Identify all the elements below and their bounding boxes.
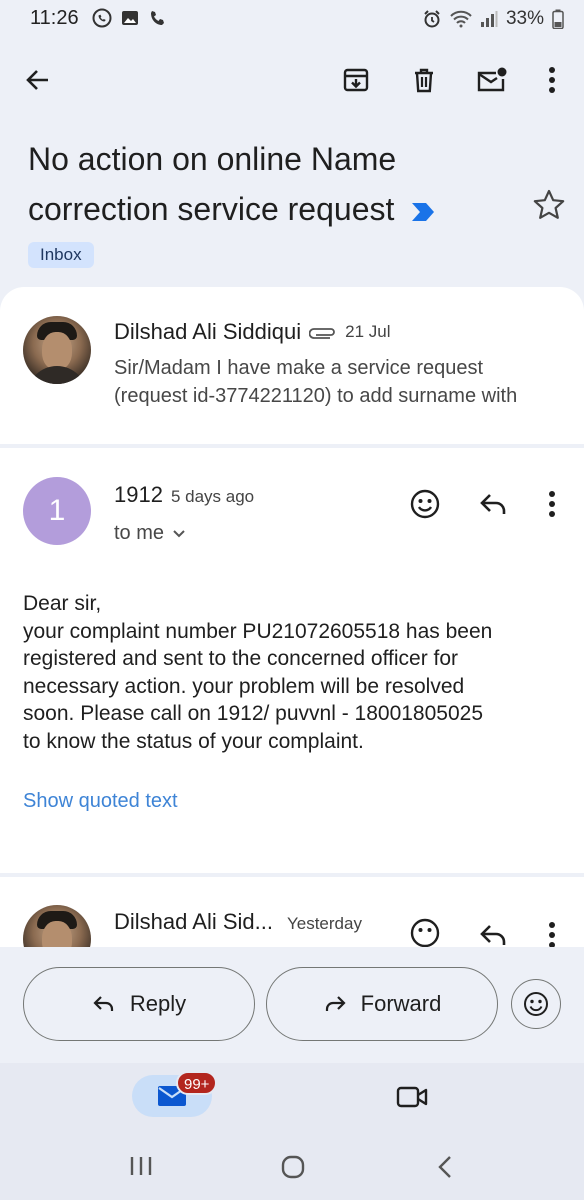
system-status-icons: 33%: [422, 8, 564, 30]
status-bar: 11:26 33%: [0, 0, 584, 38]
more-vert-icon: [549, 922, 555, 947]
recipient-label: to me: [114, 522, 165, 544]
reply-icon-button[interactable]: [473, 915, 513, 947]
recents-icon: [130, 1157, 152, 1175]
message-header: Dilshad Ali Sid... Yesterday: [114, 909, 362, 935]
wifi-icon: [450, 10, 472, 28]
archive-icon: [343, 68, 369, 92]
inbox-label-chip[interactable]: Inbox: [28, 242, 94, 268]
snippet-line: Sir/Madam I have make a service request: [114, 357, 484, 379]
body-line: registered and sent to the concerned off…: [23, 647, 459, 670]
back-arrow-icon: [26, 70, 48, 90]
add-reaction-button[interactable]: [405, 913, 445, 947]
message-body: Dear sir, your complaint number PU210726…: [23, 590, 563, 755]
forward-label: Forward: [360, 991, 442, 1016]
reply-icon: [480, 494, 506, 514]
back-button[interactable]: [18, 60, 58, 100]
emoji-icon: [410, 918, 440, 947]
delete-button[interactable]: [404, 60, 444, 100]
email-subject: No action on online Name correction serv…: [28, 134, 508, 234]
body-line: to know the status of your complaint.: [23, 729, 364, 753]
subject-text: No action on online Name correction serv…: [28, 141, 397, 227]
message-snippet: Sir/Madam I have make a service request …: [114, 354, 574, 410]
show-quoted-text-link[interactable]: Show quoted text: [23, 790, 178, 813]
sender-avatar: [23, 316, 91, 384]
reply-icon: [480, 925, 506, 945]
reply-button[interactable]: Reply: [23, 967, 255, 1041]
emoji-icon: [410, 489, 440, 519]
home-icon: [281, 1155, 305, 1179]
message-header: 1912 5 days ago: [114, 482, 254, 508]
message-more-button[interactable]: [532, 915, 572, 947]
importance-marker-icon: [412, 202, 435, 221]
more-options-button[interactable]: [532, 60, 572, 100]
body-line: necessary action. your problem will be r…: [23, 674, 465, 698]
collapsed-message-3[interactable]: Dilshad Ali Sid... Yesterday: [0, 877, 584, 947]
add-reaction-button[interactable]: [405, 484, 445, 524]
top-toolbar: [0, 52, 584, 108]
video-camera-icon: [396, 1086, 428, 1108]
sender-avatar: [23, 905, 91, 947]
more-vert-icon: [549, 67, 555, 93]
battery-percent: 33%: [505, 8, 544, 29]
notification-icons: [92, 8, 168, 28]
body-line: soon. Please call on 1912/ puvvnl - 1800…: [23, 702, 484, 725]
system-navigation-bar: [0, 1133, 584, 1200]
unread-count-badge: 99+: [176, 1071, 218, 1095]
sender-name: 1912: [114, 482, 163, 507]
body-line: Dear sir,: [23, 592, 102, 615]
star-button[interactable]: [532, 188, 566, 227]
trash-icon: [415, 68, 433, 93]
more-vert-icon: [549, 491, 555, 517]
message-more-button[interactable]: [532, 484, 572, 524]
message-date: Yesterday: [286, 914, 362, 933]
message-date: 21 Jul: [345, 322, 391, 341]
chevron-left-icon: [438, 1156, 451, 1178]
wifi-call-icon: [151, 11, 164, 25]
chevron-down-icon: [173, 529, 185, 537]
recipient-details-toggle[interactable]: to me: [114, 522, 186, 545]
reply-forward-bar: Reply Forward: [0, 947, 584, 1063]
star-icon: [533, 189, 565, 219]
status-time: 11:26: [30, 7, 79, 29]
snippet-line: (request id-3774221120) to add surname w…: [114, 385, 518, 407]
attachment-icon: [309, 328, 335, 339]
sender-name: Dilshad Ali Siddiqui: [114, 319, 302, 344]
sender-avatar-letter: 1: [23, 477, 91, 545]
message-date: 5 days ago: [170, 487, 255, 506]
archive-button[interactable]: [336, 60, 376, 100]
mark-unread-icon: [477, 67, 507, 92]
emoji-icon: [524, 992, 548, 1016]
mark-unread-button[interactable]: [472, 60, 512, 100]
bottom-navigation: 99+: [0, 1063, 584, 1133]
whatsapp-icon: [92, 8, 112, 28]
message-header: Dilshad Ali Siddiqui 21 Jul: [114, 319, 390, 345]
forward-icon: [325, 996, 346, 1011]
body-line: your complaint number PU21072605518 has …: [23, 619, 493, 643]
collapsed-message-1[interactable]: Dilshad Ali Siddiqui 21 Jul Sir/Madam I …: [0, 287, 584, 444]
meet-tab[interactable]: [396, 1085, 428, 1114]
reply-icon-button[interactable]: [473, 484, 513, 524]
gallery-icon: [122, 11, 138, 25]
recents-button[interactable]: [128, 1155, 154, 1182]
alarm-icon: [424, 10, 440, 28]
system-back-button[interactable]: [436, 1154, 454, 1185]
sender-name: Dilshad Ali Sid...: [114, 909, 273, 934]
signal-icon: [480, 11, 498, 27]
reply-icon: [93, 996, 113, 1011]
reply-label: Reply: [129, 991, 187, 1016]
battery-icon: [552, 9, 564, 29]
forward-button[interactable]: Forward: [266, 967, 498, 1041]
react-emoji-button[interactable]: [511, 979, 561, 1029]
home-button[interactable]: [280, 1154, 306, 1185]
